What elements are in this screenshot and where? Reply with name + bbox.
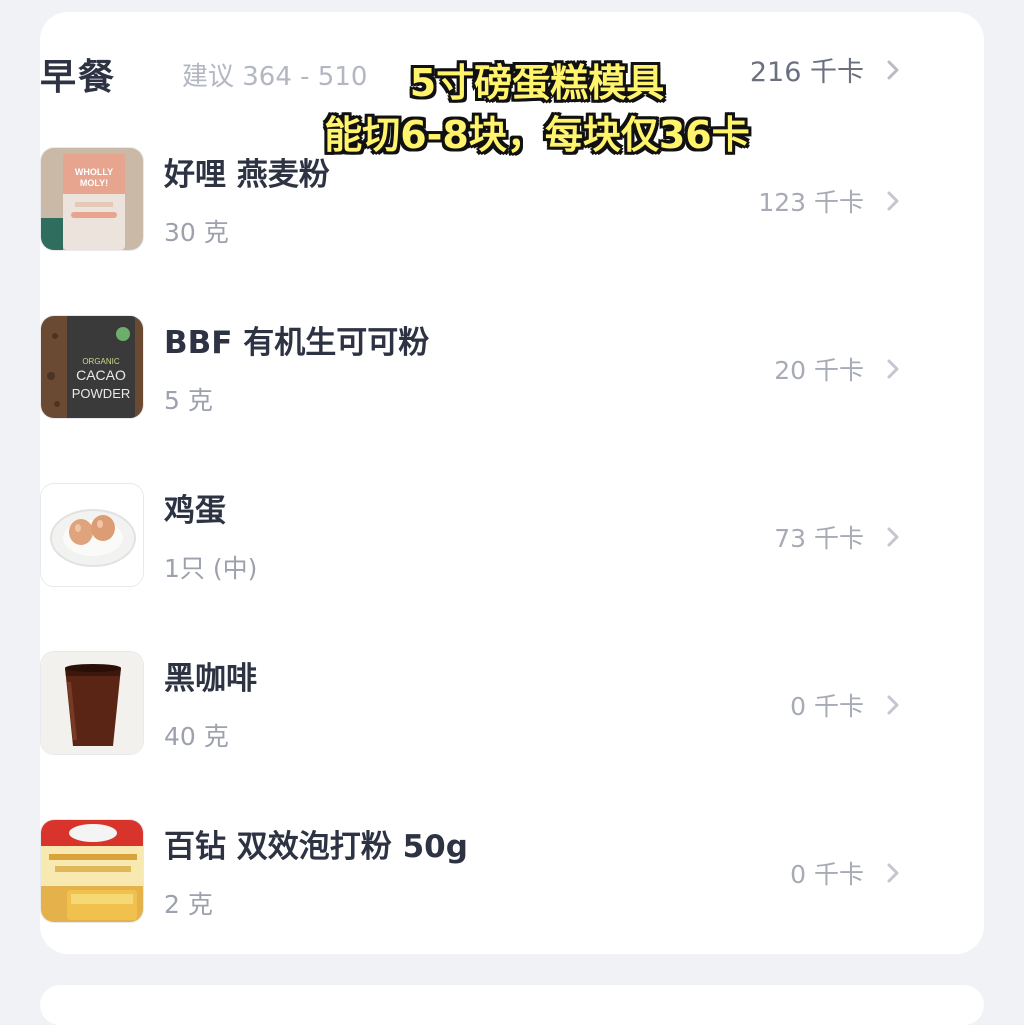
food-item-black-coffee[interactable]: 黑咖啡 40 克 0 千卡 (40, 651, 904, 755)
food-kcal-value: 123 千卡 (758, 188, 864, 217)
black-coffee-thumbnail (40, 651, 144, 755)
food-quantity: 40 克 (164, 722, 229, 751)
food-item-baking-powder[interactable]: 百钻 双效泡打粉 50g 2 克 0 千卡 (40, 819, 904, 923)
food-kcal-value: 0 千卡 (790, 860, 864, 889)
baking-powder-thumbnail (40, 819, 144, 923)
food-item-cacao-powder[interactable]: ORGANIC CACAO POWDER BBF 有机生可可粉 5 克 20 千… (40, 315, 904, 419)
food-kcal: 0 千卡 (790, 855, 904, 891)
svg-text:CACAO: CACAO (76, 367, 126, 383)
chevron-right-icon (882, 358, 904, 380)
next-card (40, 985, 984, 1025)
food-quantity: 30 克 (164, 218, 229, 247)
oat-flour-thumbnail: WHOLLY MOLY! (40, 147, 144, 251)
food-name: 黑咖啡 (164, 661, 257, 697)
food-kcal: 20 千卡 (774, 351, 904, 387)
food-kcal: 73 千卡 (774, 519, 904, 555)
food-kcal-value: 20 千卡 (774, 356, 864, 385)
food-quantity: 2 克 (164, 890, 213, 919)
food-quantity: 1只 (中) (164, 554, 258, 583)
svg-text:MOLY!: MOLY! (80, 178, 108, 188)
egg-thumbnail (40, 483, 144, 587)
svg-text:WHOLLY: WHOLLY (75, 167, 113, 177)
caption-line-2: 能切6-8块，每块仅36卡 (324, 113, 750, 157)
chevron-right-icon (882, 862, 904, 884)
food-item-egg[interactable]: 鸡蛋 1只 (中) 73 千卡 (40, 483, 904, 587)
food-kcal: 0 千卡 (790, 687, 904, 723)
food-kcal-value: 73 千卡 (774, 524, 864, 553)
food-quantity: 5 克 (164, 386, 213, 415)
food-kcal: 123 千卡 (758, 183, 904, 219)
cacao-powder-thumbnail: ORGANIC CACAO POWDER (40, 315, 144, 419)
chevron-right-icon (882, 694, 904, 716)
food-kcal-value: 0 千卡 (790, 692, 864, 721)
svg-text:ORGANIC: ORGANIC (82, 357, 120, 366)
food-name: 鸡蛋 (164, 493, 226, 529)
caption-line-1: 5寸磅蛋糕模具 (409, 61, 665, 105)
food-name: 百钻 双效泡打粉 50g (164, 829, 468, 865)
chevron-right-icon (882, 526, 904, 548)
svg-text:POWDER: POWDER (72, 386, 131, 401)
food-item-oat-flour[interactable]: WHOLLY MOLY! 好哩 燕麦粉 30 克 123 千卡 (40, 147, 904, 251)
chevron-right-icon (882, 190, 904, 212)
food-name: BBF 有机生可可粉 (164, 325, 430, 361)
